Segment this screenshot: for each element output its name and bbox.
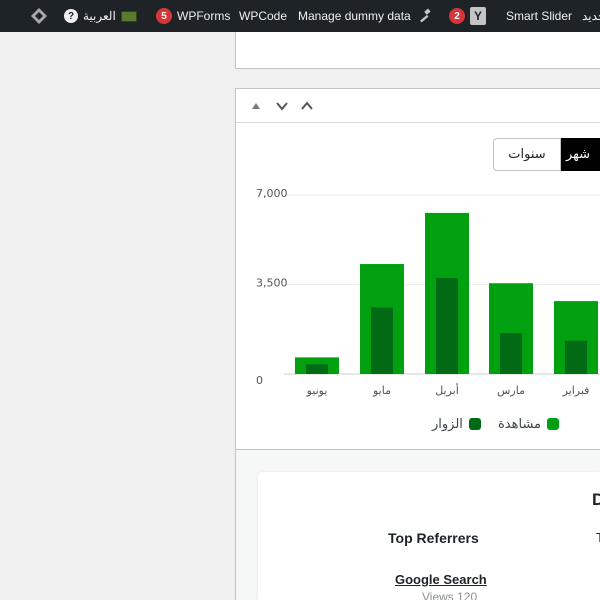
legend-visitors-swatch [468, 418, 481, 430]
legend-views-label: مشاهدة [498, 416, 542, 432]
legend-visitors: الزوار [432, 415, 481, 433]
wpcode-menu[interactable]: WPCode [239, 0, 287, 32]
wpforms-count-badge: 5 [156, 8, 172, 24]
collapse-icon[interactable] [297, 96, 317, 116]
language-switcher[interactable]: ? العربية [64, 0, 137, 32]
referrer-link[interactable]: Google Search [395, 572, 487, 587]
new-content-label: جديد [582, 9, 600, 23]
wpforms-menu[interactable]: 5 WPForms [156, 0, 230, 32]
smart-slider-menu[interactable]: Smart Slider [506, 0, 572, 32]
top-referrers-heading: Top Referrers [388, 530, 479, 546]
card-subheading: T [596, 530, 600, 545]
wpforms-label: WPForms [177, 9, 231, 23]
legend-views-swatch [547, 418, 560, 430]
legend-views: مشاهدة [498, 415, 560, 433]
x-tick-label: مارس [497, 384, 525, 397]
bar-visitors [565, 340, 587, 374]
x-tick-label: فبراير [562, 384, 590, 397]
segment-years-button[interactable]: سنوات [493, 138, 561, 171]
bar-visitors [436, 278, 458, 374]
referrers-card: D T Top Referrers Google Search Views 12… [258, 472, 600, 600]
bar-visitors [306, 364, 328, 374]
yoast-menu[interactable]: 2 Y [449, 0, 486, 32]
bar-visitors [371, 307, 393, 374]
y-tick-label: 7,000 [256, 187, 288, 200]
yoast-icon: Y [470, 7, 486, 25]
language-label: العربية [83, 9, 116, 23]
move-down-icon[interactable] [272, 96, 292, 116]
x-tick-label: أبريل [435, 383, 459, 397]
x-tick-label: يونيو [306, 384, 328, 397]
smart-slider-label: Smart Slider [506, 9, 573, 23]
updates-count-badge: 2 [449, 8, 465, 24]
legend-visitors-label: الزوار [432, 416, 463, 432]
referrer-views: Views 120 [422, 590, 478, 600]
y-tick-label: 0 [256, 374, 263, 387]
hammer-icon [419, 8, 431, 23]
wpcode-label: WPCode [239, 9, 288, 23]
flag-icon [120, 10, 137, 22]
top-panel [235, 32, 600, 69]
help-icon: ? [64, 9, 78, 23]
y-tick-label: 3,500 [256, 277, 288, 290]
move-up-icon[interactable] [246, 96, 266, 116]
card-title: D [592, 490, 600, 509]
dummy-data-label: Manage dummy data [298, 9, 411, 23]
panel-header [236, 89, 600, 123]
segment-months-button[interactable]: شهر [561, 138, 600, 171]
admin-bar: ? العربية 5 WPForms WPCode Manage dummy … [0, 0, 600, 32]
new-content-menu[interactable]: جديد [582, 0, 600, 32]
bar-visitors [500, 333, 522, 374]
x-tick-label: مايو [372, 384, 391, 397]
dummy-data-menu[interactable]: Manage dummy data [298, 0, 432, 32]
wp-logo-icon[interactable] [30, 7, 48, 25]
